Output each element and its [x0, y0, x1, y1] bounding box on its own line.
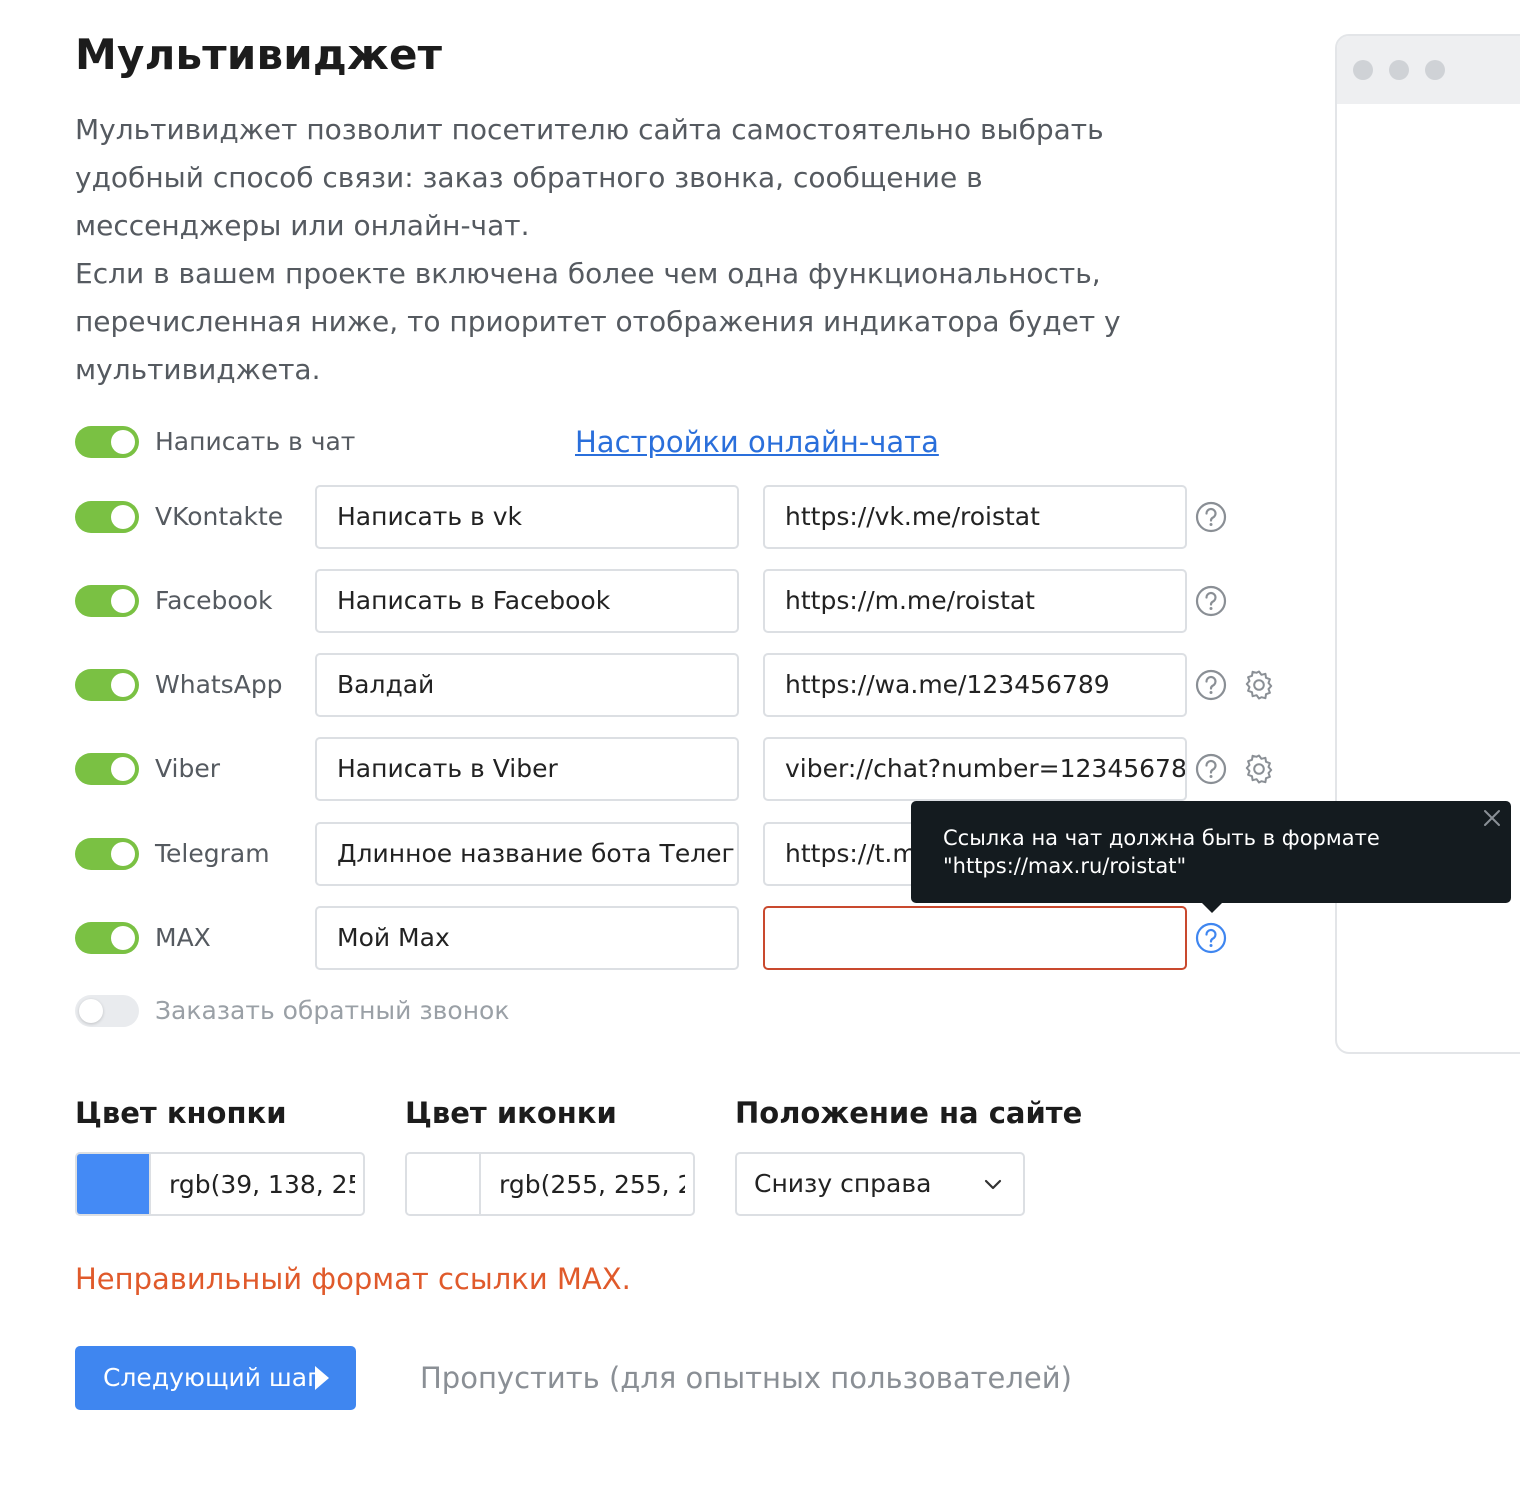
tooltip-arrow — [1201, 902, 1223, 913]
toggle-knob — [111, 842, 135, 866]
chat-toggle[interactable] — [75, 426, 139, 458]
toggle-knob — [79, 999, 103, 1023]
callback-label: Заказать обратный звонок — [155, 996, 510, 1025]
close-icon[interactable] — [1481, 807, 1503, 829]
whatsapp-url-input[interactable]: https://wa.me/123456789 — [763, 653, 1187, 717]
max-url-tooltip: Ссылка на чат должна быть в формате "htt… — [911, 801, 1511, 913]
icon-color-input[interactable]: rgb(255, 255, 255) — [499, 1154, 685, 1214]
toggle-knob — [111, 589, 135, 613]
facebook-toggle[interactable] — [75, 585, 139, 617]
whatsapp-toggle[interactable] — [75, 669, 139, 701]
max-label: MAX — [155, 923, 211, 952]
gear-icon[interactable] — [1242, 752, 1276, 786]
channel-row-whatsapp: WhatsApp Валдай https://wa.me/123456789 — [75, 653, 1295, 717]
button-color-swatch[interactable] — [77, 1154, 151, 1214]
telegram-button-text-input[interactable]: Длинное название бота Телеграм — [315, 822, 739, 886]
next-step-button[interactable]: Следующий шаг — [75, 1346, 356, 1410]
window-dot — [1425, 60, 1445, 80]
tooltip-text-line: "https://max.ru/roistat" — [943, 854, 1187, 878]
next-step-label: Следующий шаг — [103, 1363, 321, 1392]
preview-titlebar — [1337, 36, 1520, 104]
toggle-knob — [111, 926, 135, 950]
channel-row-facebook: Facebook Написать в Facebook https://m.m… — [75, 569, 1295, 633]
channel-row-vkontakte: VKontakte Написать в vk https://vk.me/ro… — [75, 485, 1295, 549]
help-icon[interactable] — [1195, 669, 1227, 701]
window-dot — [1353, 60, 1373, 80]
icon-color-swatch[interactable] — [407, 1154, 481, 1214]
position-select[interactable]: Снизу справа — [735, 1152, 1025, 1216]
gear-icon[interactable] — [1242, 668, 1276, 702]
facebook-url-input[interactable]: https://m.me/roistat — [763, 569, 1187, 633]
telegram-toggle[interactable] — [75, 838, 139, 870]
max-toggle[interactable] — [75, 922, 139, 954]
whatsapp-label: WhatsApp — [155, 670, 283, 699]
toggle-knob — [111, 505, 135, 529]
channel-row-max: MAX Мой Max — [75, 906, 1295, 970]
help-icon[interactable] — [1195, 501, 1227, 533]
description-paragraph: Если в вашем проекте включена более чем … — [75, 257, 1121, 386]
viber-label: Viber — [155, 754, 221, 783]
viber-url-input[interactable]: viber://chat?number=123456789 — [763, 737, 1187, 801]
button-color-input[interactable]: rgb(39, 138, 255) — [169, 1154, 355, 1214]
facebook-button-text-input[interactable]: Написать в Facebook — [315, 569, 739, 633]
chat-row: Написать в чат Настройки онлайн-чата — [75, 410, 1295, 474]
page-description: Мультивиджет позволит посетителю сайта с… — [75, 106, 1195, 394]
callback-row: Заказать обратный звонок — [75, 979, 1295, 1043]
toggle-knob — [111, 673, 135, 697]
channel-row-viber: Viber Написать в Viber viber://chat?numb… — [75, 737, 1295, 801]
chat-settings-link[interactable]: Настройки онлайн-чата — [575, 410, 939, 474]
tooltip-text-line: Ссылка на чат должна быть в формате — [943, 826, 1380, 850]
help-icon[interactable] — [1195, 753, 1227, 785]
vkontakte-label: VKontakte — [155, 502, 284, 531]
skip-link[interactable]: Пропустить (для опытных пользователей) — [420, 1346, 1072, 1410]
vkontakte-toggle[interactable] — [75, 501, 139, 533]
play-arrow-icon — [315, 1366, 329, 1390]
viber-toggle[interactable] — [75, 753, 139, 785]
icon-color-picker[interactable]: rgb(255, 255, 255) — [405, 1152, 695, 1216]
help-icon[interactable] — [1195, 585, 1227, 617]
position-heading: Положение на сайте — [735, 1096, 1083, 1130]
max-button-text-input[interactable]: Мой Max — [315, 906, 739, 970]
viber-button-text-input[interactable]: Написать в Viber — [315, 737, 739, 801]
vkontakte-url-input[interactable]: https://vk.me/roistat — [763, 485, 1187, 549]
vkontakte-button-text-input[interactable]: Написать в vk — [315, 485, 739, 549]
chat-label: Написать в чат — [155, 427, 356, 456]
description-paragraph: Мультивиджет позволит посетителю сайта с… — [75, 113, 1104, 242]
whatsapp-button-text-input[interactable]: Валдай — [315, 653, 739, 717]
toggle-knob — [111, 757, 135, 781]
telegram-label: Telegram — [155, 839, 270, 868]
chevron-down-icon — [984, 1179, 1002, 1190]
callback-toggle[interactable] — [75, 995, 139, 1027]
help-icon[interactable] — [1195, 922, 1227, 954]
icon-color-heading: Цвет иконки — [405, 1096, 617, 1130]
max-url-input[interactable] — [763, 906, 1187, 970]
button-color-heading: Цвет кнопки — [75, 1096, 287, 1130]
page-title: Мультивиджет — [75, 30, 443, 79]
error-message: Неправильный формат ссылки MAX. — [75, 1262, 631, 1296]
toggle-knob — [111, 430, 135, 454]
window-dot — [1389, 60, 1409, 80]
button-color-picker[interactable]: rgb(39, 138, 255) — [75, 1152, 365, 1216]
position-selected-value: Снизу справа — [754, 1169, 932, 1198]
facebook-label: Facebook — [155, 586, 273, 615]
